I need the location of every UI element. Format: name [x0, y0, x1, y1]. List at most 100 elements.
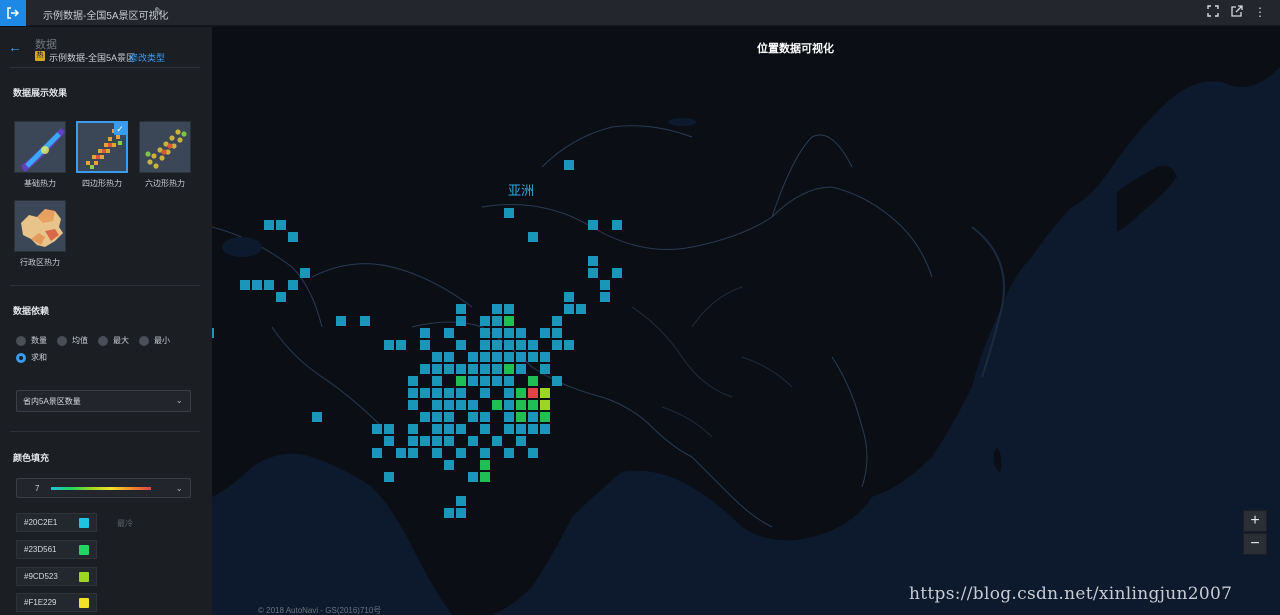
- heat-cell[interactable]: [552, 340, 562, 350]
- heat-cell[interactable]: [540, 328, 550, 338]
- heat-cell[interactable]: [504, 364, 514, 374]
- more-vertical-icon[interactable]: ⋮: [1252, 5, 1268, 21]
- heat-cell[interactable]: [540, 412, 550, 422]
- radio-max[interactable]: 最大: [98, 335, 129, 346]
- heat-cell[interactable]: [492, 376, 502, 386]
- heat-cell[interactable]: [492, 352, 502, 362]
- heat-cell[interactable]: [480, 352, 490, 362]
- heat-cell[interactable]: [360, 316, 370, 326]
- heat-cell[interactable]: [516, 436, 526, 446]
- heat-cell[interactable]: [288, 280, 298, 290]
- heat-cell[interactable]: [552, 328, 562, 338]
- heat-cell[interactable]: [528, 424, 538, 434]
- color-chip-3[interactable]: #9CD523: [16, 567, 97, 586]
- heat-cell[interactable]: [444, 436, 454, 446]
- heat-cell[interactable]: [432, 400, 442, 410]
- heat-cell[interactable]: [540, 400, 550, 410]
- heat-cell[interactable]: [468, 400, 478, 410]
- heat-cell[interactable]: [492, 436, 502, 446]
- effect-thumb-square-heat[interactable]: ✓: [76, 121, 128, 173]
- heat-cell[interactable]: [456, 448, 466, 458]
- heat-cell[interactable]: [504, 208, 514, 218]
- zoom-in-button[interactable]: +: [1243, 510, 1267, 532]
- heat-cell[interactable]: [504, 340, 514, 350]
- fullscreen-icon[interactable]: [1205, 5, 1221, 21]
- heat-cell[interactable]: [480, 364, 490, 374]
- heat-cell[interactable]: [288, 232, 298, 242]
- heat-cell[interactable]: [432, 364, 442, 374]
- heat-cell[interactable]: [456, 376, 466, 386]
- heat-cell[interactable]: [480, 388, 490, 398]
- heat-cell[interactable]: [432, 412, 442, 422]
- heat-cell[interactable]: [480, 376, 490, 386]
- external-link-icon[interactable]: [1229, 5, 1245, 21]
- heat-cell[interactable]: [480, 460, 490, 470]
- heat-cell[interactable]: [432, 388, 442, 398]
- heat-cell[interactable]: [492, 364, 502, 374]
- heat-cell[interactable]: [528, 388, 538, 398]
- heat-cell[interactable]: [528, 352, 538, 362]
- heat-cell[interactable]: [420, 388, 430, 398]
- heat-cell[interactable]: [576, 304, 586, 314]
- heat-cell[interactable]: [444, 460, 454, 470]
- heat-cell[interactable]: [408, 448, 418, 458]
- heat-cell[interactable]: [516, 424, 526, 434]
- heat-cell[interactable]: [456, 400, 466, 410]
- heat-cell[interactable]: [600, 292, 610, 302]
- heat-cell[interactable]: [564, 304, 574, 314]
- heat-cell[interactable]: [528, 448, 538, 458]
- heat-cell[interactable]: [600, 280, 610, 290]
- heat-cell[interactable]: [444, 328, 454, 338]
- heat-cell[interactable]: [420, 364, 430, 374]
- heat-cell[interactable]: [480, 412, 490, 422]
- field-select[interactable]: 省内5A景区数量 ⌄: [16, 390, 191, 412]
- heat-cell[interactable]: [492, 304, 502, 314]
- effect-thumb-basic-heat[interactable]: [14, 121, 66, 173]
- heat-cell[interactable]: [372, 448, 382, 458]
- heat-cell[interactable]: [408, 436, 418, 446]
- heat-cell[interactable]: [384, 472, 394, 482]
- heat-cell[interactable]: [492, 328, 502, 338]
- heat-cell[interactable]: [492, 340, 502, 350]
- heat-cell[interactable]: [372, 424, 382, 434]
- heat-cell[interactable]: [504, 328, 514, 338]
- heat-cell[interactable]: [444, 412, 454, 422]
- heat-cell[interactable]: [240, 280, 250, 290]
- heat-cell[interactable]: [564, 160, 574, 170]
- heat-cell[interactable]: [456, 424, 466, 434]
- color-chip-1[interactable]: #20C2E1: [16, 513, 97, 532]
- heat-cell[interactable]: [384, 424, 394, 434]
- heat-cell[interactable]: [396, 340, 406, 350]
- heat-cell[interactable]: [540, 424, 550, 434]
- heat-cell[interactable]: [444, 508, 454, 518]
- radio-min[interactable]: 最小: [139, 335, 170, 346]
- heat-cell[interactable]: [276, 220, 286, 230]
- heat-cell[interactable]: [444, 364, 454, 374]
- pencil-icon[interactable]: ✎: [154, 5, 163, 18]
- heat-cell[interactable]: [456, 304, 466, 314]
- heat-cell[interactable]: [396, 448, 406, 458]
- heat-cell[interactable]: [516, 328, 526, 338]
- heat-cell[interactable]: [468, 412, 478, 422]
- heat-cell[interactable]: [504, 352, 514, 362]
- heat-cell[interactable]: [212, 328, 214, 338]
- heat-cell[interactable]: [432, 352, 442, 362]
- heat-cell[interactable]: [384, 340, 394, 350]
- heat-cell[interactable]: [528, 376, 538, 386]
- heat-cell[interactable]: [336, 316, 346, 326]
- heat-cell[interactable]: [552, 316, 562, 326]
- heat-cell[interactable]: [540, 388, 550, 398]
- heat-cell[interactable]: [588, 268, 598, 278]
- heat-cell[interactable]: [468, 472, 478, 482]
- color-chip-4[interactable]: #F1E229: [16, 593, 97, 612]
- heat-cell[interactable]: [420, 412, 430, 422]
- heat-cell[interactable]: [420, 328, 430, 338]
- radio-mean[interactable]: 均值: [57, 335, 88, 346]
- heat-cell[interactable]: [492, 400, 502, 410]
- heat-cell[interactable]: [408, 400, 418, 410]
- heat-cell[interactable]: [516, 352, 526, 362]
- heat-cell[interactable]: [516, 340, 526, 350]
- heat-cell[interactable]: [468, 352, 478, 362]
- heat-cell[interactable]: [432, 376, 442, 386]
- heat-cell[interactable]: [564, 340, 574, 350]
